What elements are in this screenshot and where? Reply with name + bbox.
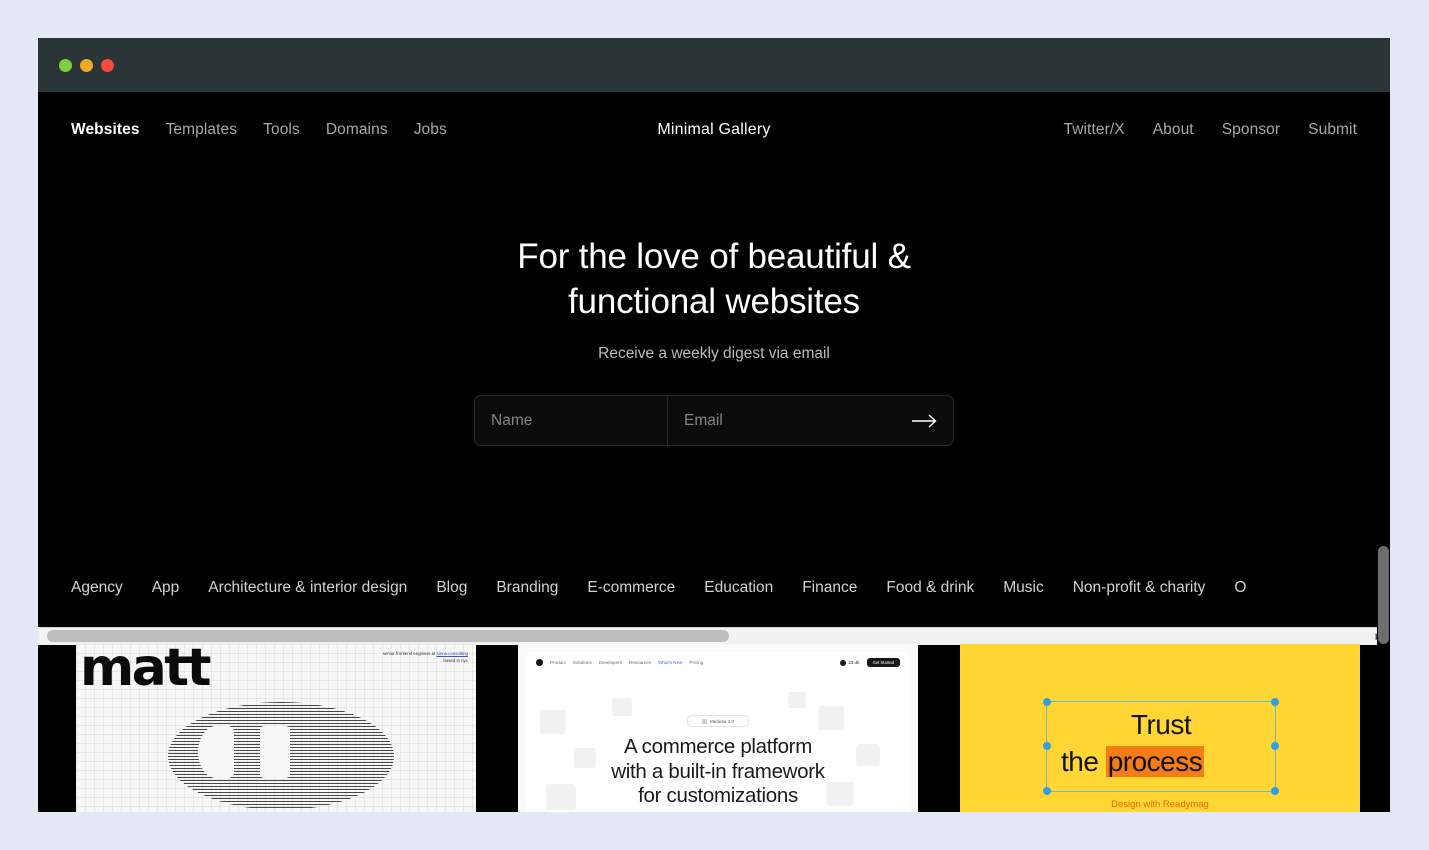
traffic-lights bbox=[59, 58, 114, 72]
category-nonprofit[interactable]: Non-profit & charity bbox=[1073, 579, 1206, 597]
category-ecommerce[interactable]: E-commerce bbox=[587, 579, 675, 597]
page-root: Websites Templates Tools Domains Jobs Mi… bbox=[0, 0, 1429, 850]
card2-heading-l3: for customizations bbox=[638, 784, 798, 807]
nav-item-jobs[interactable]: Jobs bbox=[414, 121, 447, 139]
window-titlebar bbox=[38, 38, 1390, 92]
card2-nav-product: Product bbox=[550, 660, 566, 665]
card2-badge-label: Medusa 2.0 bbox=[709, 718, 734, 724]
badge-square-icon bbox=[701, 718, 707, 724]
card1-meta-prefix: senior frontend engineer at bbox=[382, 651, 437, 656]
nav-item-websites[interactable]: Websites bbox=[71, 121, 140, 139]
card3-text-line2: the process bbox=[1061, 746, 1205, 778]
handle-top-left[interactable] bbox=[1043, 698, 1051, 706]
secondary-nav: Twitter/X About Sponsor Submit bbox=[1064, 121, 1358, 139]
hero-section: For the love of beautiful & functional w… bbox=[38, 168, 1390, 446]
card2-github-stars: 23.4k bbox=[840, 659, 860, 666]
card1-name-line1: matt bbox=[80, 644, 212, 698]
gallery-grid: matt bierman senior frontend engineer at… bbox=[38, 644, 1390, 812]
nav-item-domains[interactable]: Domains bbox=[326, 121, 388, 139]
close-dot[interactable] bbox=[101, 58, 114, 72]
card2-heading-l1: A commerce platform bbox=[624, 735, 812, 758]
horizontal-scroll-thumb[interactable] bbox=[47, 630, 729, 642]
nav-item-tools[interactable]: Tools bbox=[263, 121, 300, 139]
category-bar: Agency App Architecture & interior desig… bbox=[38, 549, 1390, 627]
card2-nav-resources: Resources bbox=[629, 660, 651, 665]
card2-star-count: 23.4k bbox=[848, 660, 860, 665]
card2-nav-developers: Developers bbox=[598, 660, 622, 665]
zoom-dot[interactable] bbox=[80, 58, 93, 72]
gallery-card-medusa[interactable]: Product Solutions Developers Resources W… bbox=[518, 644, 918, 812]
gallery-card-matt-bierman[interactable]: matt bierman senior frontend engineer at… bbox=[76, 644, 476, 812]
card2-nav-pricing: Pricing bbox=[689, 660, 704, 665]
handle-middle-right[interactable] bbox=[1271, 742, 1279, 750]
category-branding[interactable]: Branding bbox=[496, 579, 558, 597]
gallery-card-readymag[interactable]: Trust the process Design with Readymag bbox=[960, 644, 1360, 812]
hero-subheading: Receive a weekly digest via email bbox=[598, 345, 830, 362]
card3-text-highlight: process bbox=[1105, 746, 1205, 777]
handle-bottom-right[interactable] bbox=[1271, 787, 1279, 795]
card2-heading: A commerce platform with a built-in fram… bbox=[526, 735, 910, 809]
category-list[interactable]: Agency App Architecture & interior desig… bbox=[38, 549, 1390, 627]
card2-version-badge: Medusa 2.0 bbox=[687, 715, 749, 727]
site-viewport: Websites Templates Tools Domains Jobs Mi… bbox=[38, 92, 1390, 812]
arrow-right-icon bbox=[912, 413, 937, 428]
card1-meta: senior frontend engineer at siena.consul… bbox=[383, 650, 468, 664]
category-music[interactable]: Music bbox=[1003, 579, 1043, 597]
submit-arrow-button[interactable] bbox=[897, 396, 953, 445]
newsletter-form: Name Email bbox=[474, 395, 954, 446]
horizontal-scrollbar[interactable]: ▶ bbox=[38, 627, 1390, 645]
site-logo[interactable]: Minimal Gallery bbox=[657, 121, 770, 139]
handle-middle-left[interactable] bbox=[1043, 742, 1051, 750]
nav-item-submit[interactable]: Submit bbox=[1308, 121, 1357, 139]
category-agency[interactable]: Agency bbox=[71, 579, 123, 597]
card3-selection-box: Trust the process bbox=[1043, 698, 1279, 795]
card2-nav-whats-new: What's New bbox=[657, 660, 683, 665]
card1-meta-location: based in nyc bbox=[443, 658, 468, 663]
browser-window: Websites Templates Tools Domains Jobs Mi… bbox=[38, 38, 1390, 812]
medusa-logo-icon bbox=[536, 659, 543, 666]
primary-nav: Websites Templates Tools Domains Jobs bbox=[71, 121, 447, 139]
github-icon bbox=[840, 659, 847, 666]
card3-text-plain: the bbox=[1061, 746, 1106, 777]
card2-heading-l2: with a built-in framework bbox=[611, 759, 825, 783]
card3-text-line1: Trust bbox=[1130, 709, 1192, 740]
email-input[interactable]: Email bbox=[668, 396, 897, 445]
minimize-dot[interactable] bbox=[59, 58, 72, 72]
name-input[interactable]: Name bbox=[475, 396, 668, 445]
category-food-drink[interactable]: Food & drink bbox=[886, 579, 974, 597]
vertical-scroll-thumb[interactable] bbox=[1378, 546, 1389, 644]
card3-caption: Design with Readymag bbox=[1111, 799, 1209, 810]
card1-name-line2: bierman bbox=[198, 809, 425, 812]
category-blog[interactable]: Blog bbox=[436, 579, 467, 597]
card2-nav-solutions: Solutions bbox=[572, 660, 592, 665]
site-navbar: Websites Templates Tools Domains Jobs Mi… bbox=[38, 92, 1390, 168]
nav-item-twitter[interactable]: Twitter/X bbox=[1064, 121, 1125, 139]
handle-top-right[interactable] bbox=[1271, 698, 1279, 706]
card2-cta-button: Get Started bbox=[866, 658, 900, 667]
nav-item-about[interactable]: About bbox=[1153, 121, 1194, 139]
hero-heading: For the love of beautiful & functional w… bbox=[517, 237, 911, 321]
category-education[interactable]: Education bbox=[704, 579, 773, 597]
category-other[interactable]: O bbox=[1234, 579, 1246, 597]
category-app[interactable]: App bbox=[152, 579, 180, 597]
handle-bottom-left[interactable] bbox=[1043, 787, 1051, 795]
category-architecture[interactable]: Architecture & interior design bbox=[208, 579, 407, 597]
card1-ascii-art bbox=[168, 702, 394, 810]
card1-meta-link[interactable]: siena.consulting bbox=[437, 651, 469, 656]
nav-item-sponsor[interactable]: Sponsor bbox=[1222, 121, 1280, 139]
category-finance[interactable]: Finance bbox=[802, 579, 857, 597]
nav-item-templates[interactable]: Templates bbox=[166, 121, 238, 139]
card2-navbar: Product Solutions Developers Resources W… bbox=[526, 652, 910, 667]
